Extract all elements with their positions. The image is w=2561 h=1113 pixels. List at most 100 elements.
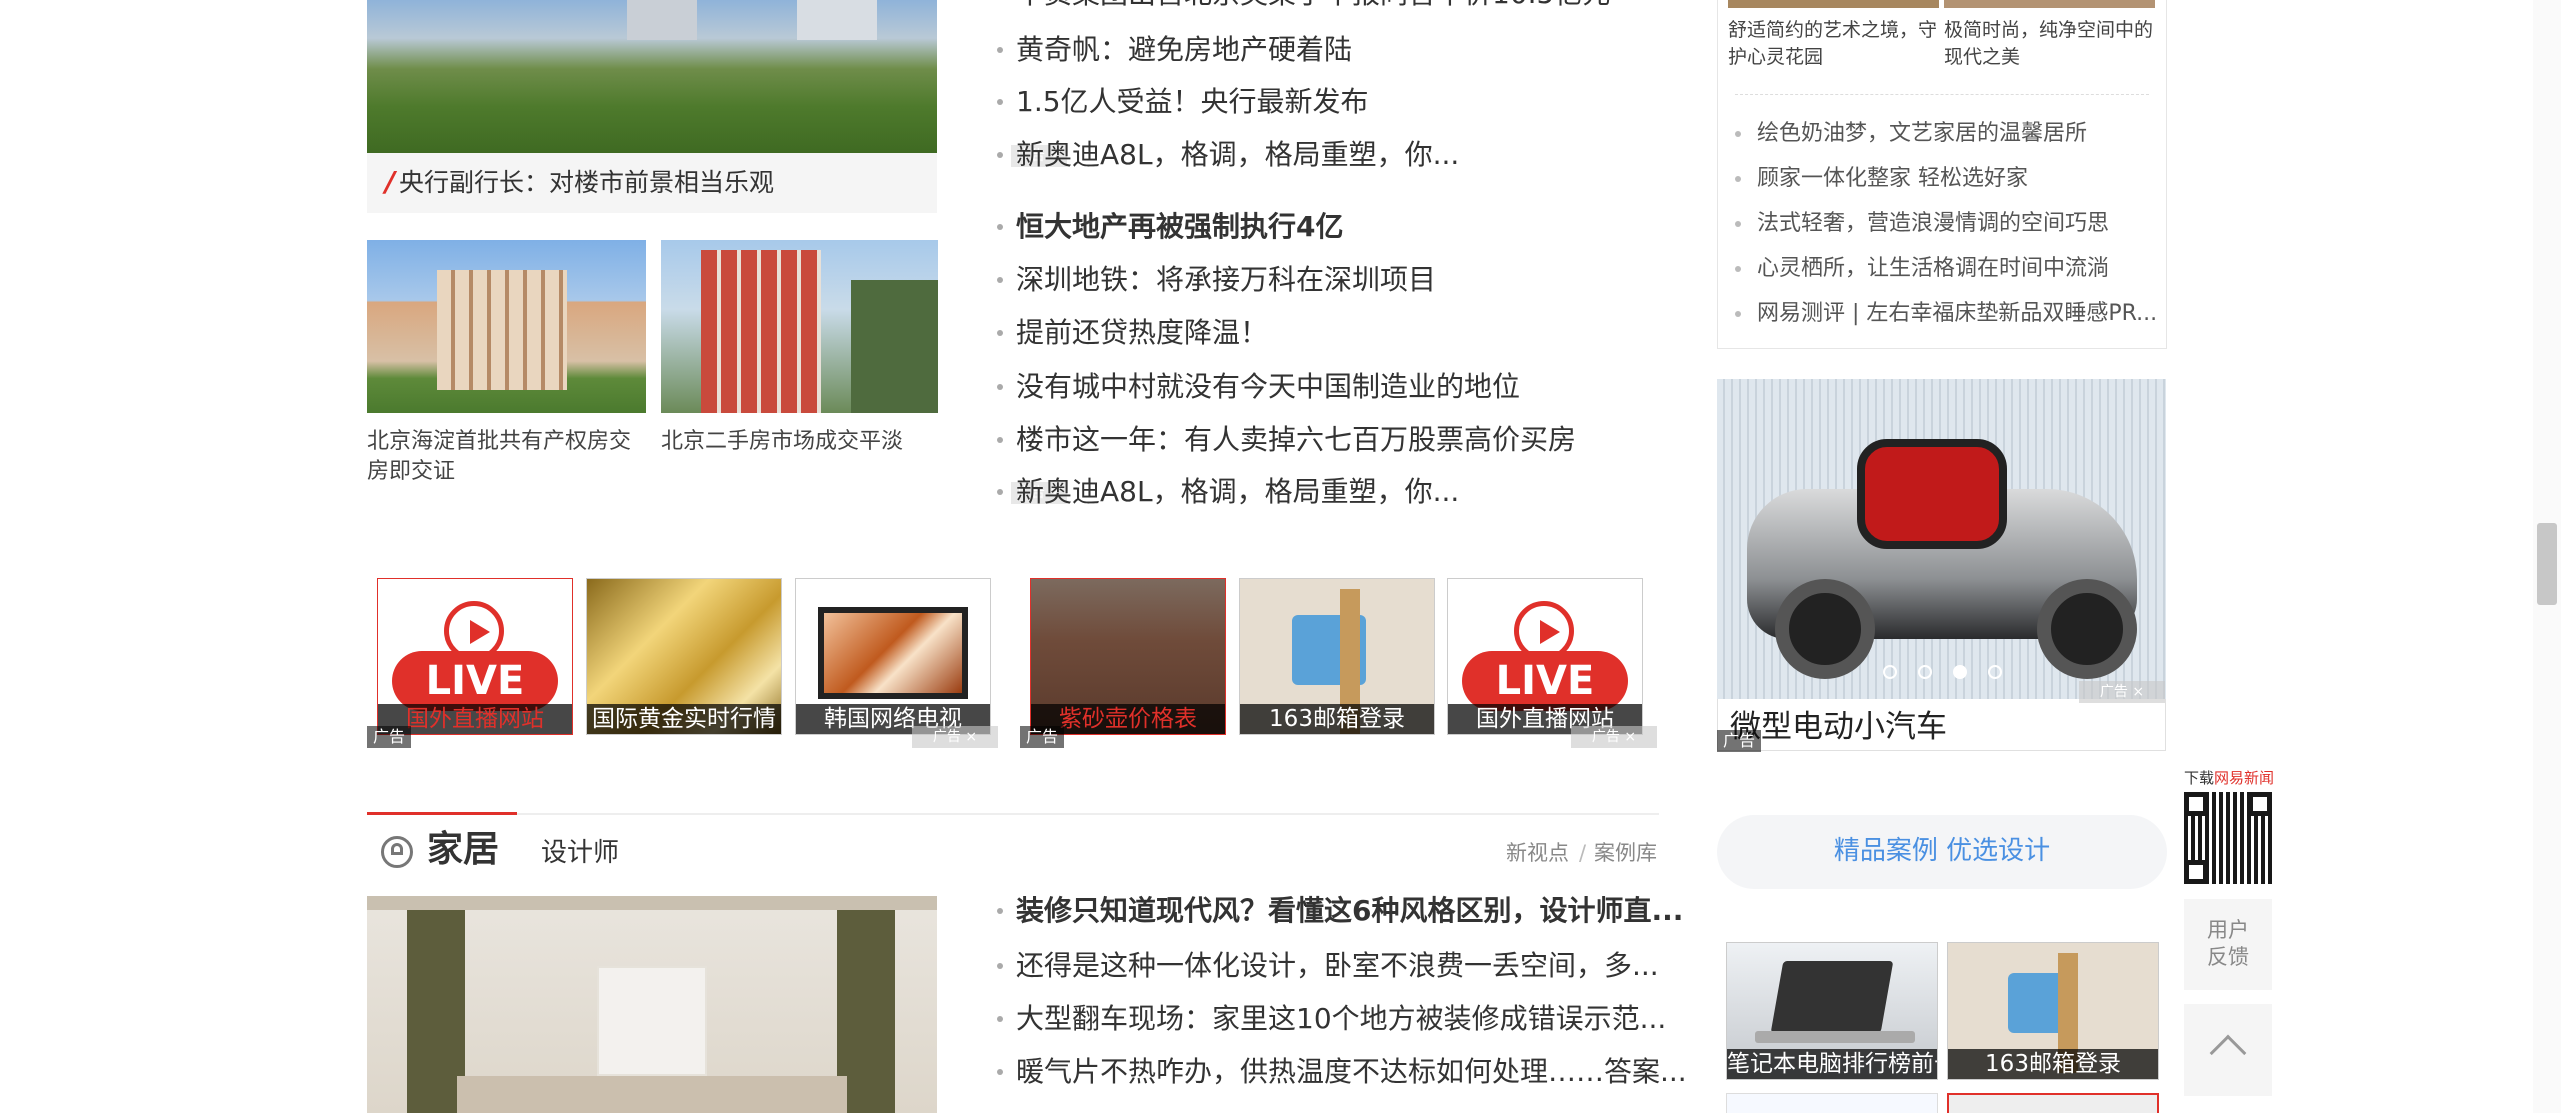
bullet-dot	[997, 384, 1003, 390]
top-news-item[interactable]: 恒大地产再被强制执行4亿	[997, 207, 1697, 247]
feature-slash-icon: /	[385, 165, 396, 198]
top-news-item[interactable]: 黄奇帆：避免房地产硬着陆	[997, 30, 1697, 70]
thumb-caption-2[interactable]: 北京二手房市场成交平淡	[661, 427, 938, 457]
home-news-item[interactable]: 还得是这种一体化设计，卧室不浪费一丢空间，多...	[997, 946, 1697, 986]
top-news-text[interactable]: 新奥迪A8L，格调，格局重塑，你...	[1016, 135, 1459, 175]
rail-card-image-2[interactable]	[1944, 0, 2155, 8]
home-icon	[381, 836, 413, 868]
home-news-text[interactable]: 大型翻车现场：家里这10个地方被装修成错误示范...	[1016, 999, 1666, 1039]
rail-link-text: 顾家一体化整家 轻松选好家	[1757, 166, 2028, 191]
rail-card-caption-2[interactable]: 极简时尚，纯净空间中的现代之美	[1944, 17, 2155, 71]
top-news-item[interactable]: 新奥迪A8L，格调，格局重塑，你... 广告 ×	[997, 135, 1697, 175]
ad-badge-right: 广告	[1020, 726, 1065, 748]
back-to-top-button[interactable]	[2184, 1004, 2272, 1096]
download-label-brand: 网易新闻	[2214, 769, 2275, 787]
rail-dashed-divider	[1735, 94, 2149, 95]
download-label-prefix: 下载	[2184, 769, 2215, 787]
home-news-item[interactable]: 暖气片不热咋办，供热温度不达标如何处理……答案...	[997, 1052, 1697, 1092]
rail-card-caption-1[interactable]: 舒适简约的艺术之境，守护心灵花园	[1728, 17, 1939, 71]
rail-thumb-mailbox[interactable]: 163邮箱登录	[1947, 942, 2159, 1080]
section-link-2[interactable]: 案例库	[1594, 838, 1657, 868]
home-news-text[interactable]: 暖气片不热咋办，供热温度不达标如何处理……答案...	[1016, 1052, 1687, 1092]
section-divider	[367, 813, 1659, 815]
bullet-dot	[1735, 221, 1741, 227]
top-news-text[interactable]: 1.5亿人受益！央行最新发布	[1016, 82, 1369, 122]
rail-thumb-label-2: 163邮箱登录	[1948, 1049, 2158, 1079]
ad-tile[interactable]: 163邮箱登录	[1239, 578, 1435, 735]
top-news-item[interactable]: 1.5亿人受益！央行最新发布	[997, 82, 1697, 122]
bullet-dot	[997, 437, 1003, 443]
home-news-text[interactable]: 装修只知道现代风？看懂这6种风格区别，设计师直...	[1016, 891, 1683, 931]
rail-link[interactable]: 网易测评 | 左右幸福床垫新品双睡感PR...	[1735, 299, 2157, 329]
top-news-text[interactable]: 恒大地产再被强制执行4亿	[1016, 207, 1343, 247]
ad-tile[interactable]: LIVE 国外直播网站	[1447, 578, 1643, 735]
top-news-item[interactable]: 没有城中村就没有今天中国制造业的地位	[997, 367, 1697, 407]
top-news-text[interactable]: 新奥迪A8L，格调，格局重塑，你...	[1016, 472, 1459, 512]
feature-caption[interactable]: 央行副行长：对楼市前景相当乐观	[399, 167, 774, 199]
top-news-text[interactable]: 提前还贷热度降温！	[1016, 313, 1268, 353]
bullet-dot	[997, 277, 1003, 283]
top-news-text[interactable]: 深圳地铁：将承接万科在深圳项目	[1016, 260, 1436, 300]
cut-headline[interactable]: 中资集团出售北京英菜于中报同音中价10.5亿元	[1016, 0, 1610, 10]
ad-tile-label: 163邮箱登录	[1240, 704, 1434, 734]
thumb-caption-1[interactable]: 北京海淀首批共有产权房交房即交证	[367, 427, 646, 487]
top-news-item[interactable]: 深圳地铁：将承接万科在深圳项目	[997, 260, 1697, 300]
ad-tile-label: 国际黄金实时行情	[587, 704, 781, 734]
home-feature-image[interactable]	[367, 896, 937, 1113]
top-news-text[interactable]: 黄奇帆：避免房地产硬着陆	[1016, 30, 1352, 70]
ad-badge-left: 广告	[367, 726, 412, 748]
home-news-item[interactable]: 装修只知道现代风？看懂这6种风格区别，设计师直...	[997, 891, 1697, 931]
car-ad-caption[interactable]: 微型电动小汽车	[1730, 707, 1947, 747]
designer-pill-button[interactable]: 精品案例 优选设计	[1717, 815, 2167, 889]
section-link-1[interactable]: 新视点	[1506, 838, 1569, 868]
feature-caption-bar[interactable]: / 央行副行长：对楼市前景相当乐观	[367, 153, 937, 213]
live-badge: LIVE	[1462, 651, 1628, 711]
section-tab-designer[interactable]: 设计师	[541, 836, 619, 870]
thumb-image-1[interactable]	[367, 240, 646, 413]
ad-tile[interactable]: 国际黄金实时行情	[586, 578, 782, 735]
top-news-item[interactable]: 楼市这一年：有人卖掉六七百万股票高价买房	[997, 420, 1697, 460]
rail-link[interactable]: 心灵栖所，让生活格调在时间中流淌	[1735, 254, 2109, 284]
section-title[interactable]: 家居	[427, 828, 499, 872]
top-news-text[interactable]: 没有城中村就没有今天中国制造业的地位	[1016, 367, 1520, 407]
chevron-up-icon	[2209, 1034, 2247, 1072]
feedback-label: 用户反馈	[2207, 918, 2249, 969]
ad-close-tag-right[interactable]: 广告 ×	[1571, 726, 1657, 748]
carousel-dot-4[interactable]	[1988, 665, 2002, 679]
bullet-dot	[1735, 176, 1741, 182]
rail-card-image-1[interactable]	[1728, 0, 1939, 8]
top-news-item[interactable]: 提前还贷热度降温！	[997, 313, 1697, 353]
ad-tile[interactable]: LIVE 国外直播网站	[377, 578, 573, 735]
top-news-item[interactable]: 新奥迪A8L，格调，格局重塑，你... 广告 ×	[997, 472, 1697, 512]
rail-thumb-4-top[interactable]	[1947, 1093, 2159, 1113]
rail-link[interactable]: 绘色奶油梦，文艺家居的温馨居所	[1735, 119, 2087, 149]
thumb-image-2[interactable]	[661, 240, 938, 413]
designer-pill-label: 精品案例 优选设计	[1833, 836, 2051, 866]
carousel-dot-3[interactable]	[1953, 665, 1967, 679]
qr-code-icon[interactable]	[2184, 792, 2272, 884]
carousel-dot-1[interactable]	[1883, 665, 1897, 679]
carousel-dot-2[interactable]	[1918, 665, 1932, 679]
home-news-item[interactable]: 大型翻车现场：家里这10个地方被装修成错误示范...	[997, 999, 1697, 1039]
rail-link[interactable]: 法式轻奢，营造浪漫情调的空间巧思	[1735, 209, 2109, 239]
page-scrollbar-thumb[interactable]	[2537, 523, 2557, 605]
ad-tile[interactable]: 紫砂壶价格表	[1030, 578, 1226, 735]
ad-tile[interactable]: 韩国网络电视	[795, 578, 991, 735]
ad-close-tag-left[interactable]: 广告 ×	[912, 726, 998, 748]
rail-link-text: 绘色奶油梦，文艺家居的温馨居所	[1757, 121, 2088, 146]
bullet-dot	[1735, 266, 1741, 272]
feature-image[interactable]	[367, 0, 937, 153]
rail-link-text: 法式轻奢，营造浪漫情调的空间巧思	[1757, 211, 2110, 236]
bullet-dot	[997, 152, 1003, 158]
car-ad-image[interactable]	[1717, 379, 2166, 699]
rail-thumb-laptop[interactable]: 笔记本电脑排行榜前十	[1726, 942, 1938, 1080]
rail-thumb-3-top[interactable]	[1726, 1093, 1938, 1113]
bullet-dot	[1735, 311, 1741, 317]
bullet-dot	[1735, 131, 1741, 137]
rail-link-text: 心灵栖所，让生活格调在时间中流淌	[1757, 256, 2110, 281]
feedback-button[interactable]: 用户反馈	[2184, 899, 2272, 990]
download-app-label[interactable]: 下载网易新闻	[2184, 768, 2274, 788]
rail-link[interactable]: 顾家一体化整家 轻松选好家	[1735, 164, 2028, 194]
home-news-text[interactable]: 还得是这种一体化设计，卧室不浪费一丢空间，多...	[1016, 946, 1659, 986]
top-news-text[interactable]: 楼市这一年：有人卖掉六七百万股票高价买房	[1016, 420, 1576, 460]
